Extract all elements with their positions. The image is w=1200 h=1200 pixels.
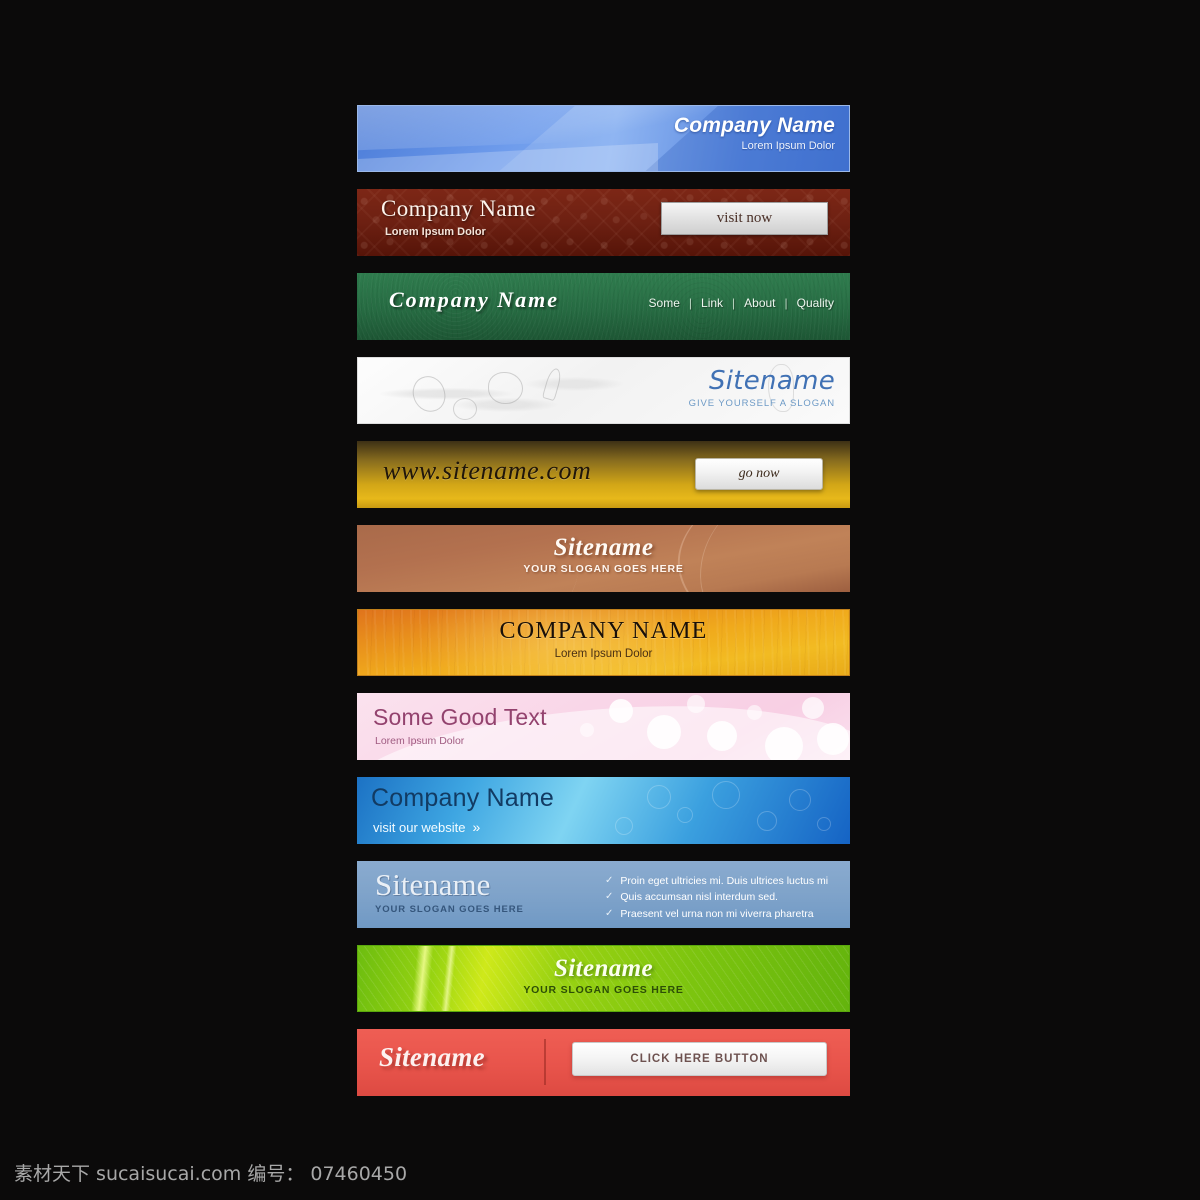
banner-pink-bokeh[interactable]: Some Good Text Lorem Ipsum Dolor [357, 693, 850, 760]
banner-green-felt[interactable]: Company Name Some | Link | About | Quali… [357, 273, 850, 340]
click-here-button[interactable]: CLICK HERE BUTTON [572, 1042, 827, 1076]
nav-separator: | [732, 296, 736, 310]
feature-list: ✓ Proin eget ultricies mi. Duis ultrices… [605, 873, 828, 922]
bubble-icon [647, 785, 671, 809]
bubble-icon [757, 811, 777, 831]
banner-copper-swoosh[interactable]: Sitename YOUR SLOGAN GOES HERE [357, 525, 850, 592]
banner-white-paper[interactable]: Sitename GIVE YOURSELF A SLOGAN [357, 357, 850, 424]
nav-item-link[interactable]: Link [701, 296, 723, 310]
banner-stack: Company Name Lorem Ipsum Dolor Company N… [357, 105, 850, 1113]
footer-credit: 素材天下 sucaisucai.com 编号： 07460450 [14, 1163, 408, 1185]
bubble-icon [677, 807, 693, 823]
check-icon: ✓ [605, 875, 614, 886]
banner-title: Company Name [381, 196, 536, 221]
banner-title: Sitename [553, 955, 654, 982]
bubble-icon [817, 817, 831, 831]
nav-item-about[interactable]: About [744, 296, 775, 310]
banner-title: Company Name [673, 114, 835, 137]
nav-item-some[interactable]: Some [649, 296, 680, 310]
banner-red-cta[interactable]: Sitename CLICK HERE BUTTON [357, 1029, 850, 1096]
banner-subtitle: Lorem Ipsum Dolor [375, 735, 465, 747]
bubble-icon [712, 781, 740, 809]
banner-subtitle: YOUR SLOGAN GOES HERE [523, 984, 684, 996]
pencil-sketch-icon [453, 398, 477, 420]
banner-slate-checklist[interactable]: Sitename YOUR SLOGAN GOES HERE ✓ Proin e… [357, 861, 850, 928]
list-item: ✓ Praesent vel urna non mi viverra phare… [605, 906, 828, 922]
bokeh-dot-icon [647, 715, 681, 749]
banner-title: Sitename [708, 366, 835, 396]
list-item: ✓ Proin eget ultricies mi. Duis ultrices… [605, 873, 828, 889]
banner-text-block: Sitename YOUR SLOGAN GOES HERE [357, 534, 850, 575]
banner-blue-bubbles[interactable]: Company Name visit our website » [357, 777, 850, 844]
banner-subtitle: Lorem Ipsum Dolor [385, 226, 486, 238]
list-item-label: Quis accumsan nisl interdum sed. [620, 891, 778, 904]
list-item-label: Praesent vel urna non mi viverra pharetr… [620, 907, 814, 920]
bubble-icon [789, 789, 811, 811]
banner-title: Company Name [389, 287, 560, 312]
banner-orange-grunge[interactable]: COMPANY NAME Lorem Ipsum Dolor [357, 609, 850, 676]
bokeh-dot-icon [580, 723, 594, 737]
bokeh-dot-icon [687, 695, 705, 713]
banner-subtitle: Lorem Ipsum Dolor [554, 648, 653, 660]
banner-title: Sitename [375, 867, 491, 902]
nav-separator: | [784, 296, 788, 310]
banner-title: Some Good Text [373, 704, 547, 730]
pencil-sketch-icon [409, 373, 449, 415]
banner-text-block: Sitename GIVE YOURSELF A SLOGAN [689, 366, 835, 409]
go-now-button[interactable]: go now [695, 458, 823, 490]
visit-website-label: visit our website [373, 819, 466, 835]
double-chevron-right-icon: » [472, 819, 481, 835]
visit-now-button[interactable]: visit now [661, 202, 828, 235]
banner-subtitle: YOUR SLOGAN GOES HERE [523, 563, 684, 575]
vertical-divider [544, 1039, 546, 1085]
banner-gold-url[interactable]: www.sitename.com go now [357, 441, 850, 508]
pencil-sketch-icon [488, 372, 523, 404]
banner-text-block: Company Name Lorem Ipsum Dolor [673, 114, 835, 153]
list-item: ✓ Quis accumsan nisl interdum sed. [605, 889, 828, 905]
banner-blue-polygon[interactable]: Company Name Lorem Ipsum Dolor [357, 105, 850, 172]
banner-nav[interactable]: Some | Link | About | Quality [649, 296, 834, 310]
banner-title: Sitename [379, 1042, 485, 1072]
banner-text-block: Sitename YOUR SLOGAN GOES HERE [358, 955, 849, 996]
go-now-button-label: go now [738, 466, 780, 481]
visit-website-link[interactable]: visit our website » [373, 819, 480, 835]
banner-title: Sitename [553, 534, 654, 561]
nav-separator: | [688, 296, 693, 310]
bokeh-dot-icon [747, 705, 762, 720]
banner-subtitle: Lorem Ipsum Dolor [741, 140, 835, 153]
banner-subtitle: GIVE YOURSELF A SLOGAN [688, 398, 835, 409]
bokeh-dot-icon [765, 727, 803, 760]
click-here-button-label: CLICK HERE BUTTON [630, 1053, 769, 1065]
pencil-sketch-icon [541, 366, 564, 402]
banner-text-block: COMPANY NAME Lorem Ipsum Dolor [358, 618, 849, 660]
banner-gallery-canvas: Company Name Lorem Ipsum Dolor Company N… [0, 0, 1200, 1200]
check-icon: ✓ [605, 907, 614, 919]
banner-title: www.sitename.com [383, 456, 592, 485]
bubble-icon [615, 817, 633, 835]
banner-text-block: Sitename YOUR SLOGAN GOES HERE [375, 869, 524, 915]
banner-red-damask[interactable]: Company Name Lorem Ipsum Dolor visit now [357, 189, 850, 256]
bokeh-dot-icon [609, 699, 633, 723]
bokeh-dot-icon [707, 721, 737, 751]
nav-item-quality[interactable]: Quality [797, 296, 834, 310]
list-item-label: Proin eget ultricies mi. Duis ultrices l… [620, 875, 829, 887]
banner-green-leaf[interactable]: Sitename YOUR SLOGAN GOES HERE [357, 945, 850, 1012]
bokeh-dot-icon [802, 697, 824, 719]
banner-subtitle: YOUR SLOGAN GOES HERE [375, 904, 524, 915]
banner-title: COMPANY NAME [499, 618, 708, 644]
check-icon: ✓ [605, 891, 614, 903]
bokeh-dot-icon [817, 723, 849, 755]
banner-title: Company Name [371, 784, 555, 812]
